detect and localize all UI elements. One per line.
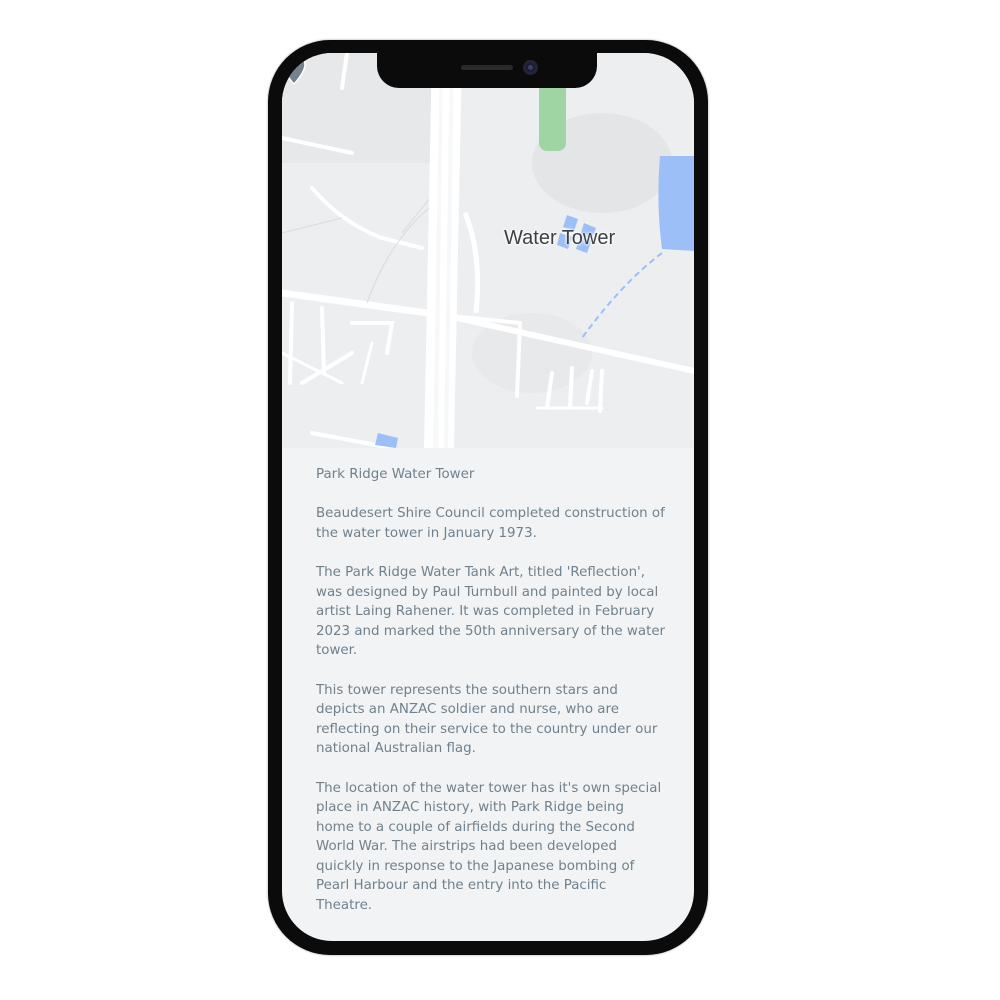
phone-notch xyxy=(377,53,597,88)
screen: Water Tower Park Ridge Water Tower Beaud… xyxy=(282,53,694,941)
phone-frame: Water Tower Park Ridge Water Tower Beaud… xyxy=(268,40,708,955)
front-camera-icon xyxy=(523,60,538,75)
info-paragraph: Beaudesert Shire Council completed const… xyxy=(316,506,665,541)
map-marker-label[interactable]: Water Tower xyxy=(504,227,615,250)
info-paragraph: The Park Ridge Water Tank Art, titled 'R… xyxy=(316,564,666,659)
map-view[interactable]: Water Tower xyxy=(282,53,694,448)
speaker-grille xyxy=(461,65,513,70)
info-paragraph: This tower represents the southern stars… xyxy=(316,682,658,757)
map-tiles xyxy=(282,53,694,448)
map-pin-icon[interactable] xyxy=(282,53,306,85)
info-title: Park Ridge Water Tower xyxy=(316,467,475,482)
info-panel: Park Ridge Water Tower Beaudesert Shire … xyxy=(316,465,666,935)
info-paragraph: The location of the water tower has it's… xyxy=(316,780,662,914)
